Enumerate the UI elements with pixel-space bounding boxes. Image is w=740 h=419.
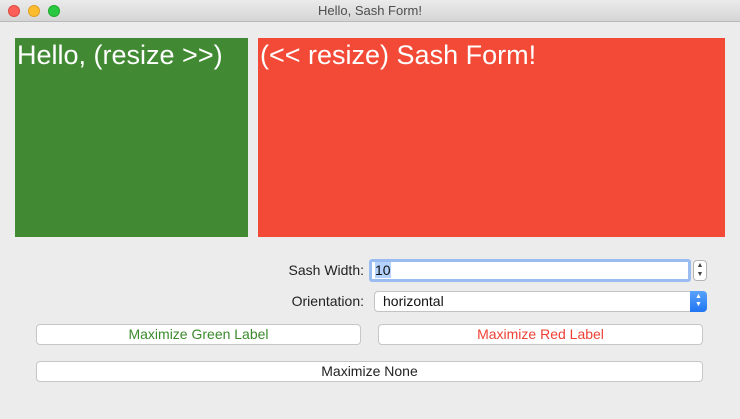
maximize-none-button[interactable]: Maximize None <box>36 361 703 382</box>
sash-width-label: Sash Width: <box>288 262 364 278</box>
orientation-select[interactable]: horizontal ▲ ▼ <box>374 291 707 312</box>
stepper-up-icon[interactable]: ▲ <box>694 262 706 270</box>
sash-width-value: 10 <box>375 262 391 278</box>
window-title: Hello, Sash Form! <box>317 3 423 18</box>
green-label-panel: Hello, (resize >>) <box>15 38 248 237</box>
maximize-green-button[interactable]: Maximize Green Label <box>36 324 361 345</box>
sash-handle[interactable] <box>248 38 258 237</box>
stepper-down-icon[interactable]: ▼ <box>694 271 706 279</box>
app-window: Hello, Sash Form! Hello, (resize >>) (<<… <box>0 0 740 419</box>
chevron-updown-icon[interactable]: ▲ ▼ <box>690 291 707 312</box>
stepper-icon[interactable]: ▲ ▼ <box>693 260 707 281</box>
title-bar: Hello, Sash Form! <box>0 0 740 22</box>
sash-width-input[interactable]: 10 <box>369 259 691 282</box>
orientation-label: Orientation: <box>291 293 364 309</box>
green-label-text: Hello, (resize >>) <box>17 40 223 70</box>
red-label-text: (<< resize) Sash Form! <box>260 40 537 70</box>
red-label-panel: (<< resize) Sash Form! <box>258 38 725 237</box>
maximize-red-button[interactable]: Maximize Red Label <box>378 324 703 345</box>
orientation-value: horizontal <box>383 293 444 309</box>
